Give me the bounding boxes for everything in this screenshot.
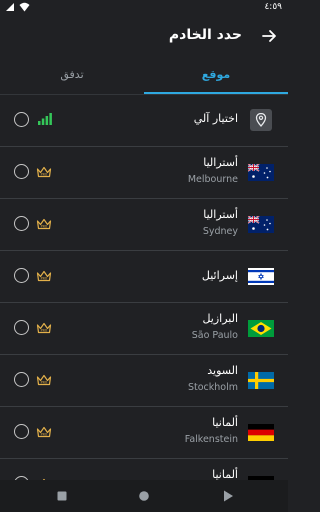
status-bar: ٤:٥٩: [0, 0, 288, 16]
germany-flag-icon: [248, 424, 274, 441]
back-arrow-icon[interactable]: [260, 27, 278, 45]
israel-flag-icon: [248, 268, 274, 285]
tab-bar: موقع تدفق: [0, 58, 288, 94]
radio-button[interactable]: [14, 424, 29, 439]
system-nav-bar: [0, 480, 288, 512]
city-name: São Paulo: [191, 330, 238, 341]
auto-select-row[interactable]: اختيار آلي: [0, 95, 288, 147]
tab-streaming[interactable]: تدفق: [0, 58, 144, 94]
recent-apps-icon[interactable]: [54, 488, 70, 504]
australia-flag-icon: [248, 164, 274, 181]
tab-location[interactable]: موقع: [144, 58, 288, 94]
brazil-flag-icon: [248, 320, 274, 337]
radio-button[interactable]: [14, 216, 29, 231]
server-row[interactable]: PRO ألمانيا: [0, 459, 288, 480]
server-row[interactable]: PRO أستراليا Sydney: [0, 199, 288, 251]
radio-button[interactable]: [14, 372, 29, 387]
radio-button[interactable]: [14, 268, 29, 283]
radio-button[interactable]: [14, 320, 29, 335]
country-name: أستراليا: [203, 156, 238, 169]
city-name: Melbourne: [187, 174, 238, 185]
radio-button[interactable]: [14, 112, 29, 127]
auto-select-label: اختيار آلي: [193, 112, 238, 125]
country-name: السويد: [207, 364, 238, 377]
country-name: أستراليا: [203, 208, 238, 221]
svg-text:PRO: PRO: [41, 329, 48, 333]
city-name: Falkenstein: [184, 434, 238, 445]
server-list[interactable]: اختيار آلي PRO أستراليا Melbourne PRO أس…: [0, 94, 288, 480]
server-row[interactable]: PRO ألمانيا Falkenstein: [0, 407, 288, 459]
radio-button[interactable]: [14, 164, 29, 179]
country-name: إسرائيل: [201, 269, 238, 282]
server-row[interactable]: PRO البرازيل São Paulo: [0, 303, 288, 355]
pro-crown-icon: PRO: [36, 426, 52, 438]
status-icons: [5, 2, 30, 12]
pro-crown-icon: PRO: [36, 374, 52, 386]
sweden-flag-icon: [248, 372, 274, 389]
app-header: حدد الخادم: [0, 16, 288, 58]
svg-text:PRO: PRO: [41, 433, 48, 437]
country-name: ألمانيا: [212, 416, 238, 429]
signal-bars-icon: [38, 113, 52, 125]
svg-text:PRO: PRO: [41, 277, 48, 281]
back-nav-icon[interactable]: [220, 488, 236, 504]
signal-strength-icon: [6, 3, 14, 11]
page-title: حدد الخادم: [168, 27, 242, 43]
country-name: البرازيل: [202, 312, 238, 325]
status-time: ٤:٥٩: [264, 2, 282, 12]
pro-crown-icon: PRO: [36, 322, 52, 334]
server-row[interactable]: PRO أستراليا Melbourne: [0, 147, 288, 199]
location-pin-icon: [250, 109, 272, 131]
svg-text:PRO: PRO: [41, 173, 48, 177]
pro-crown-icon: PRO: [36, 218, 52, 230]
wifi-icon: [19, 2, 30, 12]
svg-text:PRO: PRO: [41, 225, 48, 229]
svg-text:PRO: PRO: [41, 381, 48, 385]
pro-crown-icon: PRO: [36, 166, 52, 178]
australia-flag-icon: [248, 216, 274, 233]
city-name: Stockholm: [187, 382, 238, 393]
server-row[interactable]: PRO إسرائيل: [0, 251, 288, 303]
server-row[interactable]: PRO السويد Stockholm: [0, 355, 288, 407]
city-name: Sydney: [202, 226, 238, 237]
pro-crown-icon: PRO: [36, 270, 52, 282]
home-icon[interactable]: [136, 488, 152, 504]
country-name: ألمانيا: [212, 468, 238, 480]
